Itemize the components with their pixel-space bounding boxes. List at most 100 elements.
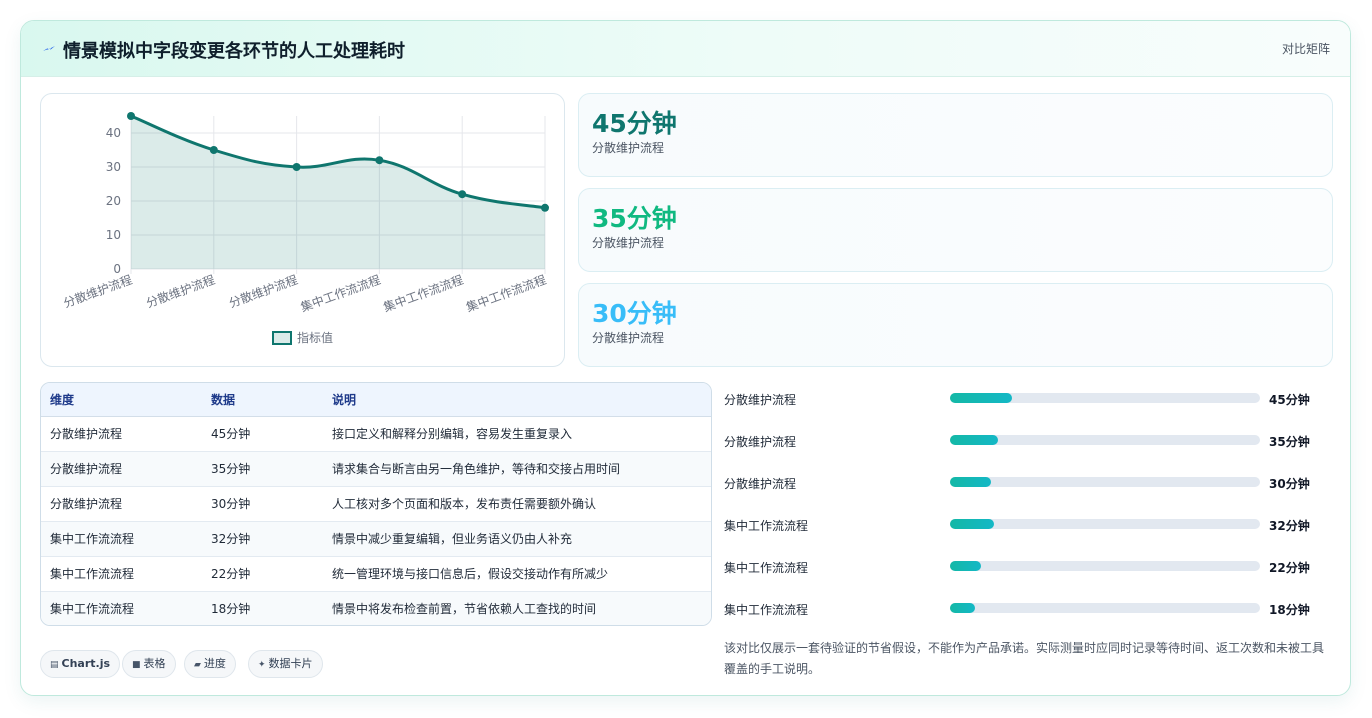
column-header-data: 数据	[202, 383, 323, 417]
tag-label: 进度	[203, 657, 226, 670]
cell-dimension: 集中工作流流程	[41, 591, 202, 625]
progress-list: 分散维护流程 45分钟 分散维护流程 35分钟 分散维护流程 30分钟 集中工作…	[724, 386, 1324, 626]
stat-card-3: 30分钟 分散维护流程	[578, 283, 1333, 367]
tag-label: 表格	[143, 657, 166, 670]
cell-dimension: 分散维护流程	[41, 416, 202, 452]
cell-data: 35分钟	[202, 451, 323, 487]
x-tick-label: 集中工作流流程	[298, 272, 382, 315]
table-row: 分散维护流程 30分钟 人工核对多个页面和版本，发布责任需要额外确认	[41, 486, 711, 522]
progress-row: 分散维护流程 30分钟	[724, 470, 1324, 494]
data-point	[375, 156, 384, 165]
table-row: 分散维护流程 35分钟 请求集合与断言由另一角色维护，等待和交接占用时间	[41, 451, 711, 487]
y-tick-label: 30	[106, 160, 121, 174]
cell-data: 22分钟	[202, 556, 323, 592]
x-tick-label: 分散维护流程	[227, 272, 300, 311]
progress-value: 22分钟	[1269, 561, 1310, 575]
tag-label: 数据卡片	[268, 657, 313, 670]
tag-table[interactable]: ■ 表格	[122, 650, 176, 678]
progress-row: 集中工作流流程 22分钟	[724, 554, 1324, 578]
column-header-description: 说明	[323, 383, 711, 417]
progress-fill	[950, 519, 995, 529]
table-row: 集中工作流流程 18分钟 情景中将发布检查前置，节省依赖人工查找的时间	[41, 591, 711, 625]
cell-dimension: 集中工作流流程	[41, 556, 202, 592]
tag-data-card[interactable]: ✦ 数据卡片	[248, 650, 323, 678]
cell-data: 30分钟	[202, 486, 323, 522]
cell-description: 接口定义和解释分别编辑，容易发生重复录入	[323, 416, 711, 452]
chart-icon: ▤	[50, 660, 59, 670]
progress-row: 集中工作流流程 18分钟	[724, 596, 1324, 620]
dashboard-card: 情景模拟中字段变更各环节的人工处理耗时 对比矩阵 0 10 20 30 40 分散维护流程…	[20, 20, 1351, 696]
compare-matrix-link[interactable]: 对比矩阵	[1282, 40, 1330, 57]
data-point	[127, 112, 135, 120]
stat-card-2: 35分钟 分散维护流程	[578, 188, 1333, 272]
progress-fill	[950, 435, 999, 445]
progress-label: 分散维护流程	[724, 435, 797, 449]
progress-label: 分散维护流程	[724, 477, 797, 491]
disclaimer-note: 该对比仅展示一套待验证的节省假设，不能作为产品承诺。实际测量时应同时记录等待时间…	[724, 641, 1325, 676]
series-area-fill	[131, 116, 545, 269]
legend-swatch	[272, 331, 292, 345]
data-table: 维度 数据 说明 分散维护流程 45分钟 接口定义和解释分别编辑，容易发生重复录…	[40, 382, 712, 626]
cell-description: 统一管理环境与接口信息后，假设交接动作有所减少	[323, 556, 711, 592]
y-tick-label: 0	[113, 262, 121, 276]
legend-label: 指标值	[297, 330, 333, 345]
progress-fill	[950, 561, 981, 571]
progress-label: 集中工作流流程	[724, 603, 809, 617]
cell-description: 情景中将发布检查前置，节省依赖人工查找的时间	[323, 591, 711, 625]
line-chart: 010203040分散维护流程 分散维护流程 分散维护流程 集中工作流流程 集中工作流流…	[61, 112, 549, 345]
page-title: 情景模拟中字段变更各环节的人工处理耗时	[63, 41, 405, 62]
progress-track	[950, 393, 1260, 403]
stat-value: 45分钟	[592, 109, 677, 138]
stat-label: 分散维护流程	[592, 141, 665, 155]
data-point	[458, 190, 467, 199]
table-row: 集中工作流流程 22分钟 统一管理环境与接口信息后，假设交接动作有所减少	[41, 556, 711, 592]
cell-data: 32分钟	[202, 521, 323, 557]
x-tick-label: 集中工作流流程	[381, 272, 465, 315]
data-point	[209, 146, 218, 154]
cell-data: 45分钟	[202, 416, 323, 452]
cell-dimension: 分散维护流程	[41, 486, 202, 522]
cell-data: 18分钟	[202, 591, 323, 625]
tag-progress[interactable]: ▰ 进度	[184, 650, 236, 678]
cell-dimension: 集中工作流流程	[41, 521, 202, 557]
progress-value: 30分钟	[1269, 477, 1310, 491]
progress-track	[950, 435, 1260, 445]
cell-description: 情景中减少重复编辑，但业务语义仍由人补充	[323, 521, 711, 557]
progress-track	[950, 477, 1260, 487]
table-row: 集中工作流流程 32分钟 情景中减少重复编辑，但业务语义仍由人补充	[41, 521, 711, 557]
y-tick-label: 10	[106, 228, 121, 242]
progress-track	[950, 519, 1260, 529]
stat-label: 分散维护流程	[592, 331, 665, 345]
progress-row: 集中工作流流程 32分钟	[724, 512, 1324, 536]
tag-label: Chart.js	[61, 657, 111, 670]
progress-value: 18分钟	[1269, 603, 1310, 617]
y-tick-label: 40	[106, 126, 121, 140]
progress-label: 集中工作流流程	[724, 561, 809, 575]
column-header-dimension: 维度	[41, 383, 202, 417]
table-header-row: 维度 数据 说明	[41, 383, 711, 417]
progress-label: 集中工作流流程	[724, 519, 809, 533]
cell-dimension: 分散维护流程	[41, 451, 202, 487]
stat-value: 35分钟	[592, 204, 677, 233]
progress-label: 分散维护流程	[724, 393, 797, 407]
stat-card-1: 45分钟 分散维护流程	[578, 93, 1333, 177]
table-icon: ■	[132, 660, 141, 670]
data-point	[541, 203, 549, 212]
tag-chartjs[interactable]: ▤ Chart.js	[40, 650, 121, 678]
progress-fill	[950, 477, 992, 487]
stat-value: 30分钟	[592, 299, 677, 328]
data-point	[292, 163, 301, 171]
progress-fill	[950, 393, 1012, 403]
sparkle-icon: ✦	[258, 660, 266, 670]
card-header: 情景模拟中字段变更各环节的人工处理耗时 对比矩阵	[21, 21, 1350, 77]
cell-description: 请求集合与断言由另一角色维护，等待和交接占用时间	[323, 451, 711, 487]
x-tick-label: 集中工作流流程	[464, 272, 548, 315]
progress-fill	[950, 603, 975, 613]
progress-track	[950, 561, 1260, 571]
stat-label: 分散维护流程	[592, 236, 665, 250]
x-tick-label: 分散维护流程	[144, 272, 217, 311]
progress-value: 32分钟	[1269, 519, 1310, 533]
x-tick-label: 分散维护流程	[61, 272, 134, 311]
progress-row: 分散维护流程 45分钟	[724, 386, 1324, 410]
lightning-icon	[43, 46, 55, 51]
